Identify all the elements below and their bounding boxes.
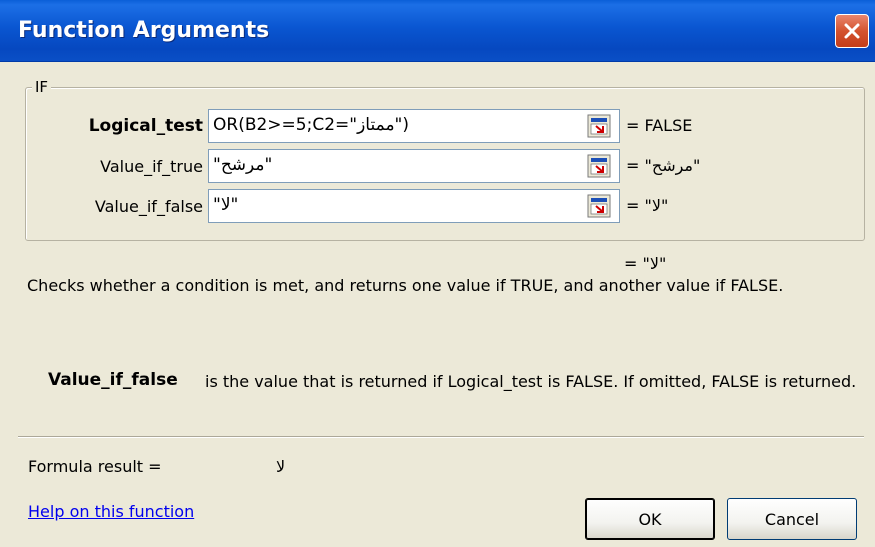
value-if-true-input[interactable]: "مرشح"	[208, 149, 620, 183]
argument-row-logical-test: Logical_test OR(B2>=5;C2="ممتاز") = FALS…	[26, 109, 864, 143]
title-bar: Function Arguments	[0, 0, 875, 62]
formula-result-label: Formula result =	[28, 457, 162, 476]
argument-result-value-if-true: = "مرشح"	[626, 156, 701, 175]
parameter-help-text: is the value that is returned if Logical…	[205, 372, 857, 391]
argument-result-value-if-false: = "لا"	[626, 196, 669, 215]
collapse-dialog-icon[interactable]	[586, 153, 612, 179]
dialog-body: IF Logical_test OR(B2>=5;C2="ممتاز") = F…	[0, 62, 875, 547]
argument-row-value-if-false: Value_if_false "لا" = "لا"	[26, 189, 864, 223]
window-title: Function Arguments	[18, 18, 270, 43]
argument-label-value-if-true: Value_if_true	[100, 156, 203, 176]
argument-row-value-if-true: Value_if_true "مرشح" = "مرشح"	[26, 149, 864, 183]
help-link[interactable]: Help on this function	[28, 502, 194, 521]
value-if-false-input[interactable]: "لا"	[208, 189, 620, 223]
close-icon	[844, 23, 860, 39]
function-group: IF Logical_test OR(B2>=5;C2="ممتاز") = F…	[25, 78, 865, 241]
logical-test-input[interactable]: OR(B2>=5;C2="ممتاز")	[208, 109, 620, 143]
collapse-dialog-icon[interactable]	[586, 193, 612, 219]
argument-label-logical-test: Logical_test	[88, 116, 203, 136]
argument-label-value-if-false: Value_if_false	[94, 196, 203, 216]
function-description: Checks whether a condition is met, and r…	[27, 276, 784, 295]
function-name-label: IF	[32, 78, 52, 96]
formula-result-value: لا	[276, 457, 286, 476]
argument-result-logical-test: = FALSE	[626, 116, 693, 135]
collapse-dialog-icon[interactable]	[586, 113, 612, 139]
ok-button[interactable]: OK	[585, 498, 715, 540]
parameter-help-name: Value_if_false	[48, 370, 178, 390]
close-button[interactable]	[835, 14, 869, 48]
divider	[18, 436, 864, 438]
cancel-button[interactable]: Cancel	[727, 498, 857, 540]
overall-result: = "لا"	[624, 254, 667, 273]
